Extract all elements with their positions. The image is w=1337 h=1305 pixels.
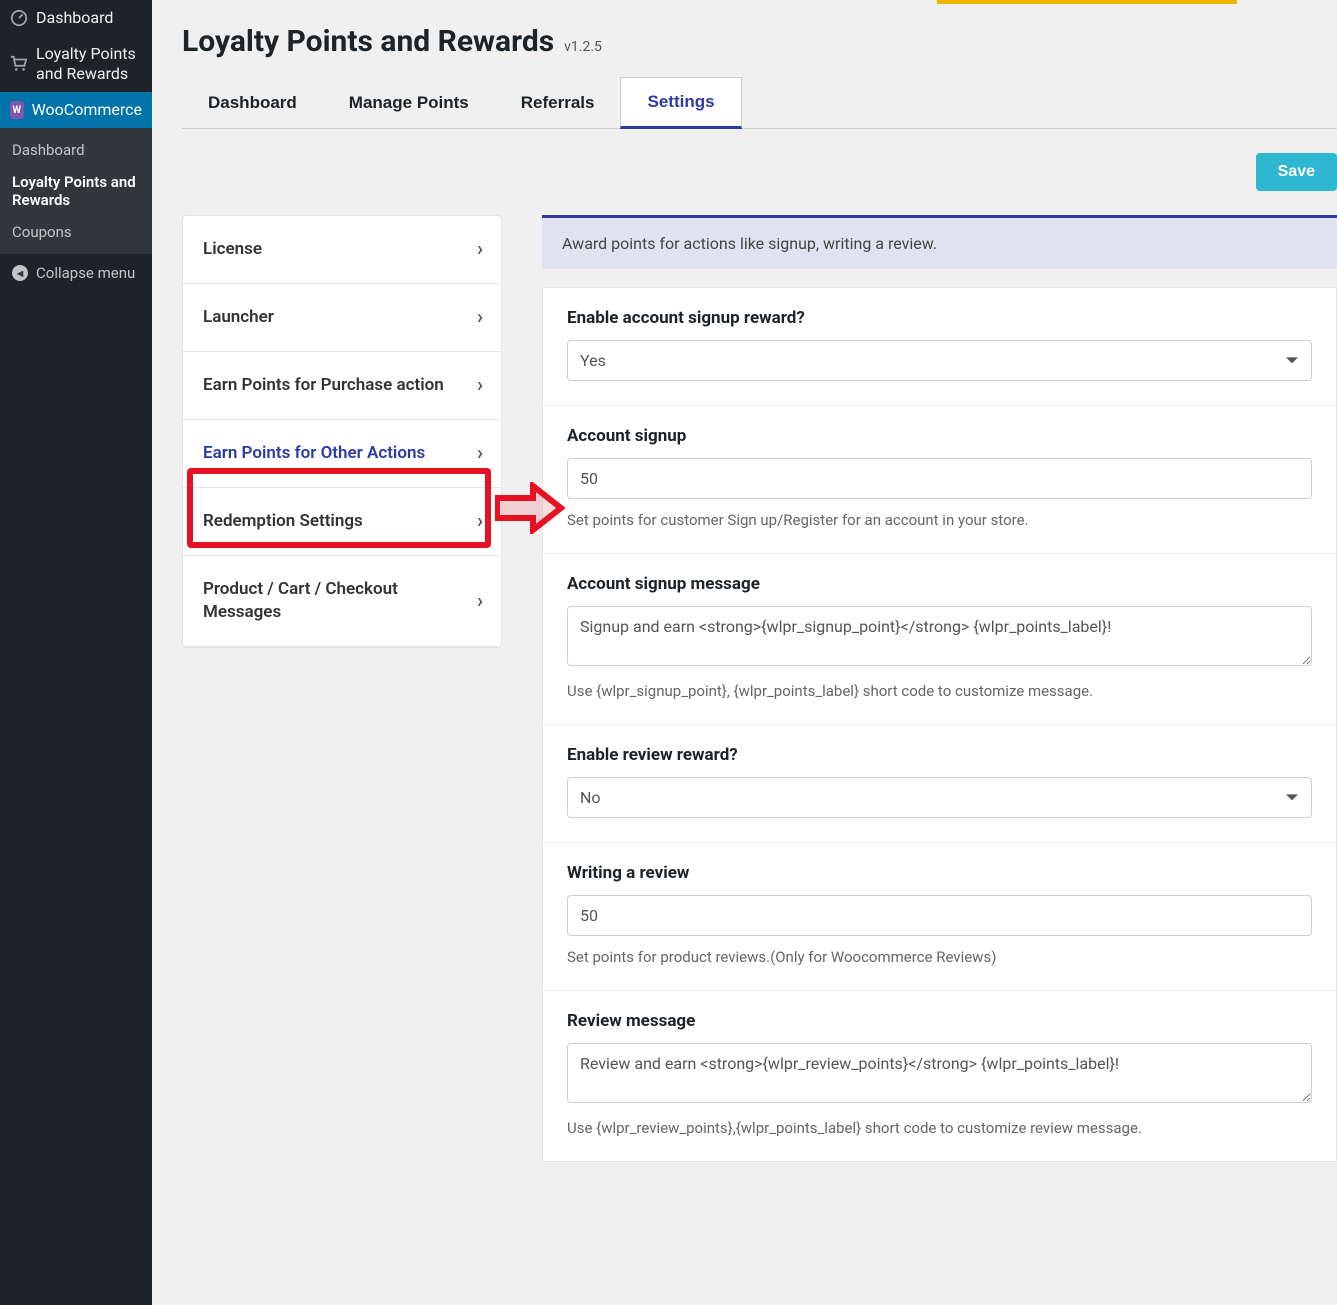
account-signup-help: Set points for customer Sign up/Register…	[567, 511, 1312, 529]
settings-side-panel: License › Launcher › Earn Points for Pur…	[182, 215, 502, 648]
panel-item-label: Launcher	[203, 307, 274, 327]
sidebar-item-label: Loyalty Points and Rewards	[36, 44, 142, 84]
account-signup-input[interactable]	[567, 458, 1312, 499]
submenu-item-dashboard[interactable]: Dashboard	[0, 134, 152, 166]
sidebar-submenu: Dashboard Loyalty Points and Rewards Cou…	[0, 128, 152, 254]
woo-icon: W	[10, 101, 24, 119]
sidebar-item-loyalty[interactable]: Loyalty Points and Rewards	[0, 36, 152, 92]
chevron-right-icon: ›	[477, 236, 483, 263]
sidebar-item-label: WooCommerce	[32, 100, 142, 120]
tab-referrals[interactable]: Referrals	[495, 77, 621, 128]
cart-icon	[10, 55, 28, 73]
panel-item-earn-other[interactable]: Earn Points for Other Actions ›	[183, 420, 501, 488]
collapse-menu-button[interactable]: ◄ Collapse menu	[0, 254, 152, 292]
collapse-label: Collapse menu	[36, 264, 135, 282]
panel-item-messages[interactable]: Product / Cart / Checkout Messages ›	[183, 556, 501, 647]
chevron-right-icon: ›	[477, 440, 483, 467]
tab-dashboard[interactable]: Dashboard	[182, 77, 323, 128]
tab-manage-points[interactable]: Manage Points	[323, 77, 495, 128]
enable-review-select[interactable]: No	[567, 777, 1312, 818]
review-message-textarea[interactable]: Review and earn <strong>{wlpr_review_poi…	[567, 1043, 1312, 1103]
collapse-icon: ◄	[12, 265, 28, 281]
panel-item-license[interactable]: License ›	[183, 216, 501, 284]
writing-review-label: Writing a review	[567, 863, 1312, 883]
writing-review-input[interactable]	[567, 895, 1312, 936]
field-enable-signup: Enable account signup reward? Yes	[543, 288, 1336, 406]
signup-message-textarea[interactable]: Signup and earn <strong>{wlpr_signup_poi…	[567, 606, 1312, 666]
enable-signup-select[interactable]: Yes	[567, 340, 1312, 381]
writing-review-help: Set points for product reviews.(Only for…	[567, 948, 1312, 966]
form-card: Enable account signup reward? Yes Accoun…	[542, 287, 1337, 1162]
account-signup-label: Account signup	[567, 426, 1312, 446]
enable-review-label: Enable review reward?	[567, 745, 1312, 765]
sidebar-item-dashboard[interactable]: Dashboard	[0, 0, 152, 36]
main-content: Loyalty Points and Rewards v1.2.5 Dashbo…	[152, 0, 1337, 1202]
dashboard-icon	[10, 9, 28, 27]
info-bar: Award points for actions like signup, wr…	[542, 215, 1337, 269]
main-tabs: Dashboard Manage Points Referrals Settin…	[182, 77, 1337, 129]
version-label: v1.2.5	[564, 39, 602, 55]
sidebar-item-label: Dashboard	[36, 8, 142, 28]
annotation-arrow-icon	[495, 482, 565, 538]
save-row: Save	[152, 129, 1337, 215]
tab-settings[interactable]: Settings	[620, 77, 741, 129]
field-writing-review: Writing a review Set points for product …	[543, 843, 1336, 991]
panel-item-earn-purchase[interactable]: Earn Points for Purchase action ›	[183, 352, 501, 420]
page-title: Loyalty Points and Rewards	[182, 24, 554, 59]
review-message-label: Review message	[567, 1011, 1312, 1031]
panel-item-label: Product / Cart / Checkout Messages	[203, 579, 398, 622]
admin-sidebar: Dashboard Loyalty Points and Rewards W W…	[0, 0, 152, 1305]
chevron-right-icon: ›	[477, 508, 483, 535]
panel-item-launcher[interactable]: Launcher ›	[183, 284, 501, 352]
panel-item-label: Earn Points for Purchase action	[203, 375, 444, 395]
panel-item-label: Redemption Settings	[203, 511, 363, 531]
sidebar-item-woocommerce[interactable]: W WooCommerce	[0, 92, 152, 128]
field-enable-review: Enable review reward? No	[543, 725, 1336, 843]
review-message-help: Use {wlpr_review_points},{wlpr_points_la…	[567, 1119, 1312, 1137]
panel-item-label: License	[203, 239, 262, 259]
chevron-right-icon: ›	[477, 304, 483, 331]
field-signup-message: Account signup message Signup and earn <…	[543, 554, 1336, 725]
field-review-message: Review message Review and earn <strong>{…	[543, 991, 1336, 1161]
panel-item-label: Earn Points for Other Actions	[203, 443, 425, 463]
chevron-right-icon: ›	[477, 372, 483, 399]
save-button[interactable]: Save	[1256, 153, 1337, 191]
page-title-wrap: Loyalty Points and Rewards v1.2.5	[152, 4, 1337, 77]
chevron-right-icon: ›	[477, 587, 483, 614]
signup-message-help: Use {wlpr_signup_point}, {wlpr_points_la…	[567, 682, 1312, 700]
panel-item-redemption[interactable]: Redemption Settings ›	[183, 488, 501, 556]
submenu-item-loyalty[interactable]: Loyalty Points and Rewards	[0, 166, 152, 216]
enable-signup-label: Enable account signup reward?	[567, 308, 1312, 328]
signup-message-label: Account signup message	[567, 574, 1312, 594]
settings-form-panel: Award points for actions like signup, wr…	[542, 215, 1337, 1162]
submenu-item-coupons[interactable]: Coupons	[0, 216, 152, 248]
field-account-signup: Account signup Set points for customer S…	[543, 406, 1336, 554]
